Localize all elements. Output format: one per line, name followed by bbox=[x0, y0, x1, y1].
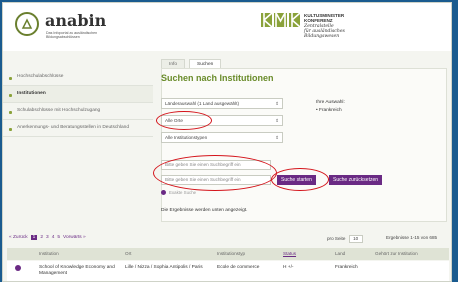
results-count: Ergebnisse 1-15 von 685 bbox=[386, 235, 438, 240]
sidebar-item-schulabschluesse[interactable]: Schulabschlüsse mit Hochschulzugang bbox=[3, 103, 153, 120]
column-ort[interactable]: Ort bbox=[125, 251, 131, 256]
table-header: Institution Ort Institutionstyp Status L… bbox=[7, 248, 449, 260]
pager-page-2[interactable]: 2 bbox=[40, 235, 43, 240]
selection-item: Frankreich bbox=[316, 108, 342, 113]
column-gehoert[interactable]: Gehört zur Institution bbox=[375, 251, 418, 256]
chevron-updown-icon: ⇕ bbox=[275, 101, 279, 106]
search-button[interactable]: Suche starten bbox=[277, 175, 316, 185]
logo-tagline: Das Infoportal zu ausländischen Bildungs… bbox=[46, 31, 98, 39]
pager-forward[interactable]: Vorwärts » bbox=[63, 235, 86, 240]
cell-institution: School of Knowledge Economy and Manageme… bbox=[39, 265, 115, 276]
browser-page: anabin Das Infoportal zu ausländischen B… bbox=[2, 2, 452, 282]
radio-icon bbox=[161, 190, 166, 195]
column-status[interactable]: Status bbox=[283, 251, 296, 256]
chevron-updown-icon: ⇕ bbox=[275, 135, 279, 140]
pager-page-3[interactable]: 3 bbox=[46, 235, 49, 240]
search-panel bbox=[161, 68, 447, 222]
logo-name: anabin bbox=[45, 11, 107, 30]
per-page-control: pro Seite 10 bbox=[327, 235, 365, 243]
pager-back[interactable]: « Zurück bbox=[9, 235, 28, 240]
institution-type-select[interactable]: Alle Institutionstypen ⇕ bbox=[161, 132, 283, 143]
sidebar-item-hochschulabschluesse[interactable]: Hochschulabschlüsse bbox=[3, 69, 153, 86]
pager-page-1[interactable]: 1 bbox=[30, 235, 38, 240]
kmk-logo-icon bbox=[261, 13, 301, 27]
country-select[interactable]: Länderauswahl (1 Land ausgewählt) ⇕ bbox=[161, 98, 283, 109]
reset-button[interactable]: Suche zurücksetzen bbox=[329, 175, 383, 185]
pagination: « Zurück 1 2 3 4 5 Vorwärts » bbox=[9, 235, 86, 240]
cell-ort: Lille / Nizza / Sophia Antipolis / Paris bbox=[125, 265, 203, 270]
header: anabin Das Infoportal zu ausländischen B… bbox=[3, 3, 451, 51]
column-land[interactable]: Land bbox=[335, 251, 345, 256]
sidebar-item-beratungsstellen[interactable]: Anerkennungs- und Beratungsstellen in De… bbox=[3, 120, 153, 137]
table-row[interactable]: School of Knowledge Economy and Manageme… bbox=[7, 261, 449, 281]
cell-status: H +/- bbox=[283, 265, 294, 270]
compass-icon bbox=[21, 18, 33, 29]
sidebar-item-institutionen[interactable]: Institutionen bbox=[3, 86, 153, 103]
pager-page-5[interactable]: 5 bbox=[57, 235, 60, 240]
search-term-input-2[interactable]: Bitte geben Sie einen Suchbegriff ein bbox=[161, 175, 271, 185]
kmk-subtitle: Zentralstelle für ausländisches Bildungs… bbox=[304, 24, 345, 40]
place-select[interactable]: Alle Orte ⇕ bbox=[161, 115, 283, 126]
search-term-input-1[interactable]: Bitte geben Sie einen Suchbegriff ein bbox=[161, 160, 271, 170]
sidebar: Hochschulabschlüsse Institutionen Schula… bbox=[3, 69, 153, 137]
details-icon[interactable] bbox=[15, 265, 21, 271]
cell-land: Frankreich bbox=[335, 265, 358, 270]
column-institution[interactable]: Institution bbox=[39, 251, 59, 256]
per-page-select[interactable]: 10 bbox=[348, 235, 363, 243]
anabin-logo[interactable] bbox=[15, 12, 39, 36]
chevron-updown-icon: ⇕ bbox=[275, 118, 279, 123]
kmk-title: KULTUSMINISTER KONFERENZ bbox=[304, 13, 345, 23]
pager-page-4[interactable]: 4 bbox=[52, 235, 55, 240]
page-title: Suchen nach Institutionen bbox=[161, 73, 274, 83]
cell-typ: Ecole de commerce bbox=[217, 265, 260, 270]
exact-search-option[interactable]: Exakte Suche bbox=[161, 190, 196, 195]
results-note: Die Ergebnisse werden unten angezeigt. bbox=[161, 208, 248, 213]
selection-label: Ihre Auswahl: bbox=[316, 100, 345, 105]
column-institutionstyp[interactable]: Institutionstyp bbox=[217, 251, 245, 256]
